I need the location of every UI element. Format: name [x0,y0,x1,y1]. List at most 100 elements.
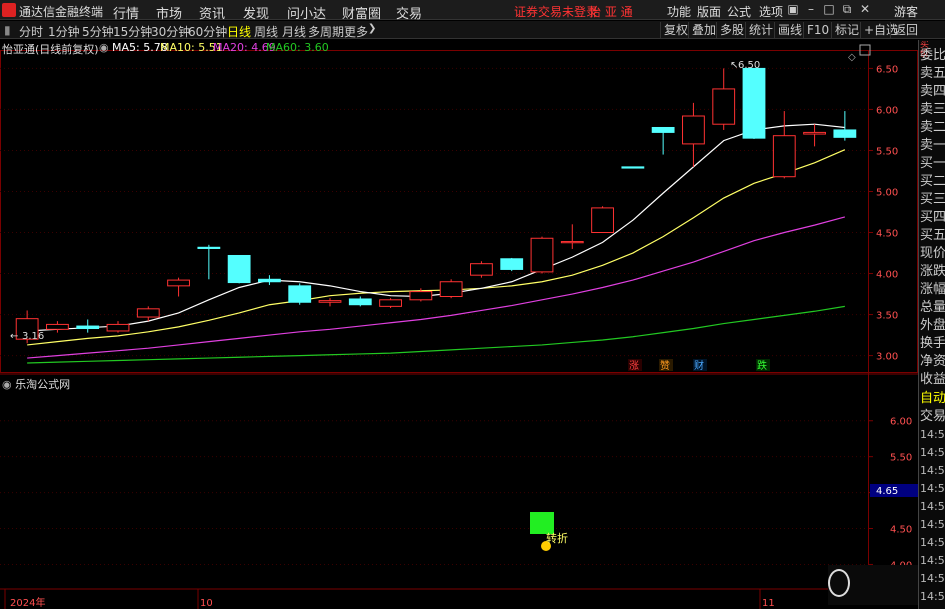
period-more[interactable]: 更多 [344,23,368,40]
side-item-earnings[interactable]: 收益 [920,371,945,389]
sub-tick-label: 4.50 [890,525,912,536]
candle[interactable] [500,257,524,272]
candle[interactable] [46,321,69,333]
side-item-auto[interactable]: 自动 [920,390,945,408]
f10-button[interactable]: F10 [803,22,832,38]
candle[interactable] [470,261,493,278]
skin-icon[interactable]: ▣ [785,2,801,16]
side-item-bid1[interactable]: 买一 [920,155,945,173]
candle[interactable] [76,319,100,333]
side-item-volume[interactable]: 总量 [920,299,945,317]
candle[interactable] [742,67,766,139]
candle[interactable] [197,244,221,280]
side-item-ask5[interactable]: 卖五 [920,65,945,83]
candle-body-down [742,67,766,139]
period-30min[interactable]: 30分钟 [151,23,190,40]
restore-icon[interactable]: ⧉ [839,2,855,17]
menu-options[interactable]: 选项 [759,3,783,20]
period-60min[interactable]: 60分钟 [188,23,227,40]
side-item-change-pct[interactable]: 涨幅 [920,281,945,299]
candle[interactable] [439,279,463,299]
menu-functions[interactable]: 功能 [667,3,691,20]
period-monthly[interactable]: 月线 [282,23,306,40]
back-button[interactable]: 返回 [890,22,921,38]
draw-line-button[interactable]: 画线 [774,22,805,38]
maximize-icon[interactable]: □ [821,2,837,16]
candle[interactable] [318,298,342,307]
candle[interactable] [712,68,736,130]
period-daily[interactable]: 日线 [227,23,251,40]
candle[interactable] [227,254,251,284]
minimize-icon[interactable]: – [803,2,819,16]
side-item-price[interactable]: 现价 [920,245,945,263]
candle[interactable] [258,275,281,286]
menu-ask-xiaoda[interactable]: 问小达 [287,3,326,22]
mark-button[interactable]: 标记 [831,22,862,38]
menu-discover[interactable]: 发现 [243,3,269,22]
news-tag-rise[interactable]: 涨 [629,360,639,372]
tick-time: 14:56 [920,572,945,585]
candle[interactable] [106,321,130,333]
side-item-bid5[interactable]: 买五 [920,227,945,245]
period-multi[interactable]: 多周期 [308,23,344,40]
candle[interactable] [379,298,402,308]
candle[interactable] [591,206,614,234]
close-icon[interactable]: ✕ [857,2,873,16]
news-tag-fall[interactable]: 跌 [757,359,767,372]
candle[interactable] [833,111,857,141]
menu-market[interactable]: 市场 [156,3,182,22]
candle[interactable] [167,277,190,297]
news-tag-praise[interactable]: 赞 [660,359,670,372]
candle-body-down [833,129,857,138]
candle[interactable] [560,224,584,249]
candle[interactable] [682,102,705,167]
menu-news[interactable]: 资讯 [199,3,225,22]
side-item-turnover[interactable]: 换手 [920,335,945,353]
news-tag-finance[interactable]: 财 [694,359,704,372]
login-warning[interactable]: 证券交易未登录 [514,3,598,20]
sub-panel-title[interactable]: 乐淘公式网 [15,378,70,391]
candle[interactable] [651,126,675,155]
side-item-ask3[interactable]: 卖三 [920,101,945,119]
price-tick-label: 4.50 [876,229,898,240]
moving-average-lines [27,123,846,364]
menu-wealth-circle[interactable]: 财富圈 [342,3,381,22]
side-item-trade[interactable]: 交易 [920,408,945,426]
multi-stock-button[interactable]: 多股 [716,22,747,38]
candle[interactable] [621,166,645,169]
side-item-ask1[interactable]: 卖一 [920,137,945,155]
candle[interactable] [348,296,372,307]
period-timeshare[interactable]: 分时 [19,23,43,40]
menu-trade[interactable]: 交易 [396,3,422,22]
candle[interactable] [530,236,554,274]
stats-button[interactable]: 统计 [745,22,776,38]
side-item-bid4[interactable]: 买四 [920,209,945,227]
side-item-change[interactable]: 涨跌 [920,263,945,281]
side-item-net-assets[interactable]: 净资 [920,353,945,371]
overlay-button[interactable]: 叠加 [688,22,719,38]
side-item-outer[interactable]: 外盘 [920,317,945,335]
menu-formula[interactable]: 公式 [727,3,751,20]
period-5min[interactable]: 5分钟 [82,23,114,40]
side-item-ask4[interactable]: 卖四 [920,83,945,101]
more-chevron-icon[interactable]: ❯ [368,23,376,34]
period-1min[interactable]: 1分钟 [48,23,80,40]
menu-layout[interactable]: 版面 [697,3,721,20]
kline-chart[interactable]: 6.50 6.00 5.50 5.00 4.50 4.00 3.50 3.00 6.00 5.5… [0,40,918,609]
side-item-order-ratio[interactable]: 委比 [920,47,945,65]
candle[interactable] [288,283,312,305]
side-item-ask2[interactable]: 卖二 [920,119,945,137]
chart-title[interactable]: 怡亚通(日线前复权) [2,41,99,57]
sub-panel-toggle-icon[interactable]: ◉ [2,378,12,391]
candle[interactable] [803,124,826,147]
side-item-bid2[interactable]: 买二 [920,173,945,191]
menu-quotes[interactable]: 行情 [113,3,139,22]
candle[interactable] [772,111,796,179]
period-weekly[interactable]: 周线 [254,23,278,40]
period-15min[interactable]: 15分钟 [113,23,152,40]
adjust-button[interactable]: 复权 [660,22,691,38]
diamond-icon[interactable]: ◇ [848,52,856,63]
guest-label[interactable]: 游客 [894,3,918,20]
indicator-toggle-icon[interactable]: ◉ [99,41,109,54]
side-item-bid3[interactable]: 买三 [920,191,945,209]
